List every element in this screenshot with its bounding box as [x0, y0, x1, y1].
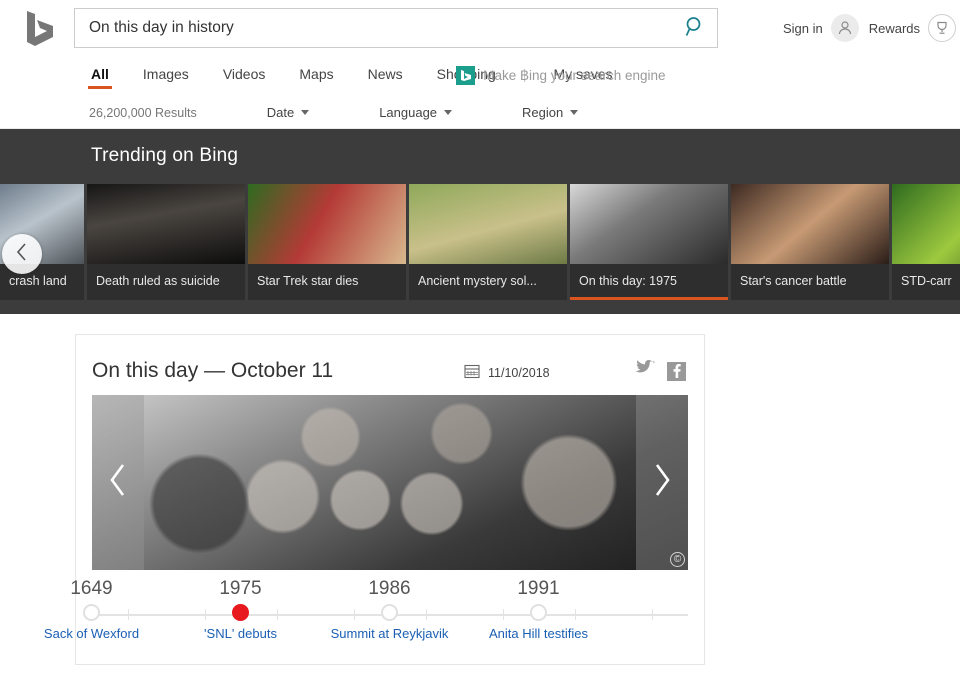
page-header: Sign in Rewards [0, 0, 960, 56]
trending-card-image [892, 184, 960, 264]
search-box[interactable] [74, 8, 718, 48]
filter-language[interactable]: Language [364, 105, 467, 120]
timeline-tick [652, 609, 654, 620]
filter-group: 26,200,000 Results Date Language Region [74, 96, 593, 129]
timeline-event-label[interactable]: 'SNL' debuts [166, 626, 316, 641]
tab-label: All [91, 66, 109, 82]
timeline-year: 1649 [70, 578, 113, 599]
chevron-left-icon [15, 242, 29, 267]
copyright-icon[interactable]: © [670, 552, 685, 567]
timeline-event-label[interactable]: Summit at Reykjavik [315, 626, 465, 641]
search-input[interactable] [75, 9, 673, 47]
chevron-down-icon [570, 110, 579, 115]
timeline-event[interactable]: 1649 Sack of Wexford [17, 578, 167, 641]
trending-card-caption: STD-carr [901, 274, 952, 288]
card-header: On this day — October 11 11/10/2018 [92, 351, 688, 391]
make-bing-label: Make Bing your search engine [483, 68, 666, 83]
hero-image: © [92, 395, 688, 570]
main-content: On this day — October 11 11/10/2018 © 16… [0, 314, 960, 665]
filter-label: Language [379, 105, 438, 120]
trending-card-caption: Death ruled as suicide [96, 274, 220, 288]
timeline-year: 1986 [368, 578, 411, 599]
timeline-year: 1991 [517, 578, 560, 599]
trending-card-image [731, 184, 889, 264]
timeline-dot[interactable] [83, 604, 100, 621]
filter-label: Date [266, 105, 295, 120]
tab-label: Videos [222, 66, 266, 82]
header-actions: Sign in Rewards [783, 10, 956, 46]
trending-card-caption: Star's cancer battle [740, 274, 847, 288]
person-icon [830, 14, 859, 42]
timeline-event-active[interactable]: 1975 'SNL' debuts [166, 578, 316, 641]
trending-card-caption: On this day: 1975 [579, 274, 677, 288]
rewards-button[interactable]: Rewards [869, 14, 956, 42]
trending-card[interactable]: Star's cancer battle [731, 184, 889, 300]
timeline-event-label[interactable]: Sack of Wexford [17, 626, 167, 641]
timeline-dot[interactable] [381, 604, 398, 621]
chevron-right-icon [650, 460, 674, 505]
trending-card[interactable]: Death ruled as suicide [87, 184, 245, 300]
bing-logo-icon[interactable] [18, 6, 62, 50]
tab-images[interactable]: Images [126, 56, 206, 96]
trending-carousel: crash land Death ruled as suicide Star T… [0, 184, 960, 300]
trending-card[interactable]: Ancient mystery sol... [409, 184, 567, 300]
hero-next-button[interactable] [636, 395, 688, 570]
trending-card-image [409, 184, 567, 264]
make-bing-default-link[interactable]: Make Bing your search engine [456, 66, 666, 85]
search-button[interactable] [673, 9, 717, 47]
tab-label: News [367, 66, 403, 82]
tab-label: Images [142, 66, 189, 82]
trending-card-caption: Star Trek star dies [257, 274, 359, 288]
timeline-event[interactable]: 1986 Summit at Reykjavik [315, 578, 465, 641]
date-text: 11/10/2018 [488, 365, 550, 380]
trending-card-image [87, 184, 245, 264]
tab-label: Maps [299, 66, 334, 82]
trending-card[interactable]: STD-carr [892, 184, 960, 300]
trending-card-selected[interactable]: On this day: 1975 [570, 184, 728, 300]
facebook-icon[interactable] [667, 361, 686, 381]
timeline-event[interactable]: 1991 Anita Hill testifies [464, 578, 614, 641]
calendar-icon [464, 363, 480, 382]
tab-videos[interactable]: Videos [206, 56, 283, 96]
chevron-down-icon [444, 110, 453, 115]
hero-prev-button[interactable] [92, 395, 144, 570]
trending-card[interactable]: Star Trek star dies [248, 184, 406, 300]
timeline: 1649 Sack of Wexford 1975 'SNL' debuts 1… [44, 578, 688, 664]
trending-card-caption: Ancient mystery sol... [418, 274, 537, 288]
trending-title: Trending on Bing [91, 145, 239, 166]
filter-region[interactable]: Region [507, 105, 593, 120]
timeline-dot[interactable] [530, 604, 547, 621]
trending-card-image [570, 184, 728, 264]
trending-section: Trending on Bing crash land Death ruled … [0, 129, 960, 314]
copyright-glyph: © [673, 553, 682, 565]
nav-tabs-bar: All Images Videos Maps News Shopping | M… [0, 56, 960, 96]
rewards-trophy-icon [928, 14, 956, 42]
timeline-year: 1975 [219, 578, 262, 599]
search-icon [685, 16, 706, 40]
trending-card-image [248, 184, 406, 264]
filter-date[interactable]: Date [252, 105, 324, 120]
twitter-icon[interactable] [635, 360, 656, 382]
timeline-dot-active[interactable] [232, 604, 249, 621]
sign-in-button[interactable]: Sign in [783, 14, 859, 42]
chevron-left-icon [106, 460, 130, 505]
filter-bar: 26,200,000 Results Date Language Region [0, 96, 960, 129]
filter-label: Region [522, 105, 564, 120]
rewards-label: Rewards [868, 20, 920, 36]
on-this-day-card: On this day — October 11 11/10/2018 © 16… [44, 334, 705, 665]
carousel-prev-button[interactable] [2, 234, 42, 274]
nav-tabs: All Images Videos Maps News Shopping | M… [74, 56, 666, 96]
social-share-group [635, 360, 686, 382]
results-count: 26,200,000 Results [89, 105, 197, 120]
card-date: 11/10/2018 [464, 363, 550, 382]
hero-image-content [92, 395, 688, 570]
timeline-event-label[interactable]: Anita Hill testifies [464, 626, 614, 641]
sign-in-label: Sign in [782, 20, 823, 36]
chevron-down-icon [301, 110, 310, 115]
tab-all[interactable]: All [74, 56, 126, 96]
bing-square-icon [456, 66, 476, 85]
page-title: On this day — October 11 [92, 359, 334, 382]
tab-news[interactable]: News [351, 56, 420, 96]
tab-maps[interactable]: Maps [282, 56, 350, 96]
